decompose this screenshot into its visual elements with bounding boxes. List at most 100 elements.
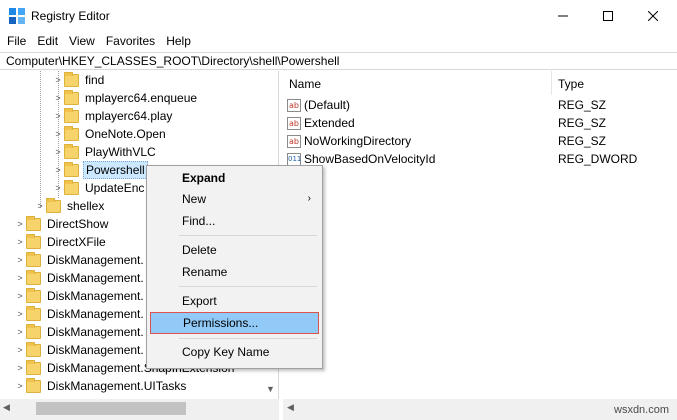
close-button[interactable]: [630, 0, 676, 31]
expand-arrow-icon[interactable]: >: [14, 359, 26, 377]
list-item[interactable]: ab (Default): [287, 96, 350, 114]
watermark: wsxdn.com: [614, 404, 670, 416]
folder-icon: [26, 305, 41, 321]
expand-arrow-icon[interactable]: >: [52, 125, 64, 143]
menu-bar: File Edit View Favorites Help: [0, 31, 677, 51]
expand-arrow-icon[interactable]: >: [34, 197, 46, 215]
expand-arrow-icon[interactable]: >: [14, 287, 26, 305]
expand-arrow-icon[interactable]: >: [14, 233, 26, 251]
context-menu-copy-key-name[interactable]: Copy Key Name: [150, 342, 319, 362]
expand-arrow-icon[interactable]: >: [52, 107, 64, 125]
expand-arrow-icon[interactable]: >: [14, 323, 26, 341]
minimize-icon: [558, 15, 568, 16]
expand-arrow-icon[interactable]: >: [14, 215, 26, 233]
expand-arrow-icon[interactable]: >: [14, 377, 26, 395]
scroll-left-arrow-icon[interactable]: ◀: [3, 402, 10, 413]
tree-item-diskmanagement-uitasks[interactable]: > DiskManagement.UITasks: [14, 377, 188, 395]
values-list[interactable]: Name Type ab (Default) REG_SZ ab Extende…: [283, 71, 677, 399]
tree-item-label: DiskManagement.: [47, 253, 144, 267]
expand-arrow-icon[interactable]: >: [14, 269, 26, 287]
tree-item-find[interactable]: > find: [52, 71, 106, 89]
context-menu-rename[interactable]: Rename: [150, 262, 319, 282]
tree-item-onenote-open[interactable]: > OneNote.Open: [52, 125, 168, 143]
menu-view[interactable]: View: [65, 31, 99, 51]
list-item[interactable]: ab NoWorkingDirectory: [287, 132, 411, 150]
expand-arrow-icon[interactable]: >: [52, 89, 64, 107]
folder-icon: [64, 71, 79, 87]
scrollbar-thumb[interactable]: [36, 402, 186, 415]
column-header-type[interactable]: Type: [558, 77, 584, 91]
expand-arrow-icon[interactable]: >: [14, 251, 26, 269]
tree-item-label: DiskManagement.: [47, 325, 144, 339]
tree-item-label: find: [85, 73, 105, 87]
folder-icon: [26, 251, 41, 267]
scroll-left-arrow-icon[interactable]: ◀: [287, 402, 294, 413]
tree-item-shellex[interactable]: > shellex: [34, 197, 106, 215]
tree-horizontal-scrollbar[interactable]: ◀: [0, 399, 279, 420]
folder-icon: [64, 179, 79, 195]
list-item[interactable]: ab Extended: [287, 114, 355, 132]
context-menu-export[interactable]: Export: [150, 291, 319, 311]
tree-item-diskmanagement[interactable]: > DiskManagement.: [14, 287, 146, 305]
folder-icon: [26, 377, 41, 393]
menu-favorites[interactable]: Favorites: [102, 31, 159, 51]
menu-file[interactable]: File: [3, 31, 30, 51]
expand-arrow-icon[interactable]: >: [14, 305, 26, 323]
expand-arrow-icon[interactable]: >: [52, 161, 64, 179]
value-type: REG_SZ: [558, 134, 607, 148]
folder-icon: [64, 125, 79, 141]
tree-item-label: DiskManagement.: [47, 343, 144, 357]
context-menu-expand[interactable]: Expand: [150, 168, 319, 188]
maximize-button[interactable]: [585, 0, 631, 31]
context-menu-find[interactable]: Find...: [150, 211, 319, 231]
expand-arrow-icon[interactable]: >: [52, 143, 64, 161]
scroll-down-arrow-icon[interactable]: ▼: [262, 382, 279, 396]
context-menu-new[interactable]: New ›: [150, 189, 319, 209]
expand-arrow-icon[interactable]: >: [14, 341, 26, 359]
value-type: REG_SZ: [558, 98, 607, 112]
context-menu-delete[interactable]: Delete: [150, 240, 319, 260]
menu-edit[interactable]: Edit: [33, 31, 62, 51]
tree-item-updateenc[interactable]: > UpdateEnc: [52, 179, 146, 197]
value-name: NoWorkingDirectory: [304, 134, 412, 148]
tree-item-label: DirectShow: [47, 217, 109, 231]
registry-editor-icon: [9, 8, 25, 24]
expand-arrow-icon[interactable]: >: [52, 179, 64, 197]
tree-item-directshow[interactable]: > DirectShow: [14, 215, 110, 233]
folder-icon: [26, 287, 41, 303]
tree-item-playwithvlc[interactable]: > PlayWithVLC: [52, 143, 158, 161]
folder-icon: [26, 215, 41, 231]
tree-item-diskmanagement[interactable]: > DiskManagement.: [14, 341, 146, 359]
column-header-name[interactable]: Name: [289, 77, 321, 91]
tree-item-mplayerc64-play[interactable]: > mplayerc64.play: [52, 107, 174, 125]
folder-icon: [26, 359, 41, 375]
minimize-button[interactable]: [540, 0, 586, 31]
value-type: REG_SZ: [558, 116, 607, 130]
tree-item-label: PlayWithVLC: [85, 145, 156, 159]
binary-value-icon: 011: [287, 152, 301, 166]
address-bar[interactable]: Computer\HKEY_CLASSES_ROOT\Directory\she…: [0, 52, 677, 70]
column-divider[interactable]: [551, 71, 552, 95]
tree-item-label: DiskManagement.: [47, 307, 144, 321]
context-menu-permissions[interactable]: Permissions...: [150, 312, 319, 334]
tree-item-powershell[interactable]: > Powershell: [52, 161, 148, 179]
tree-item-diskmanagement[interactable]: > DiskManagement.: [14, 251, 146, 269]
submenu-arrow-icon: ›: [307, 193, 311, 204]
value-type: REG_DWORD: [558, 152, 638, 166]
tree-item-label: DiskManagement.UITasks: [47, 379, 187, 393]
menu-separator: [179, 235, 317, 236]
folder-icon: [26, 269, 41, 285]
tree-item-mplayerc64-enqueue[interactable]: > mplayerc64.enqueue: [52, 89, 199, 107]
tree-item-diskmanagement[interactable]: > DiskManagement.: [14, 269, 146, 287]
title-bar: Registry Editor: [0, 0, 677, 31]
folder-icon: [26, 341, 41, 357]
menu-help[interactable]: Help: [162, 31, 195, 51]
string-value-icon: ab: [287, 134, 301, 148]
tree-item-directxfile[interactable]: > DirectXFile: [14, 233, 108, 251]
tree-item-diskmanagement[interactable]: > DiskManagement.: [14, 323, 146, 341]
tree-item-label: mplayerc64.enqueue: [85, 91, 198, 105]
expand-arrow-icon[interactable]: >: [52, 71, 64, 89]
tree-item-diskmanagement[interactable]: > DiskManagement.: [14, 305, 146, 323]
maximize-icon: [603, 10, 613, 21]
tree-item-label: mplayerc64.play: [85, 109, 173, 123]
